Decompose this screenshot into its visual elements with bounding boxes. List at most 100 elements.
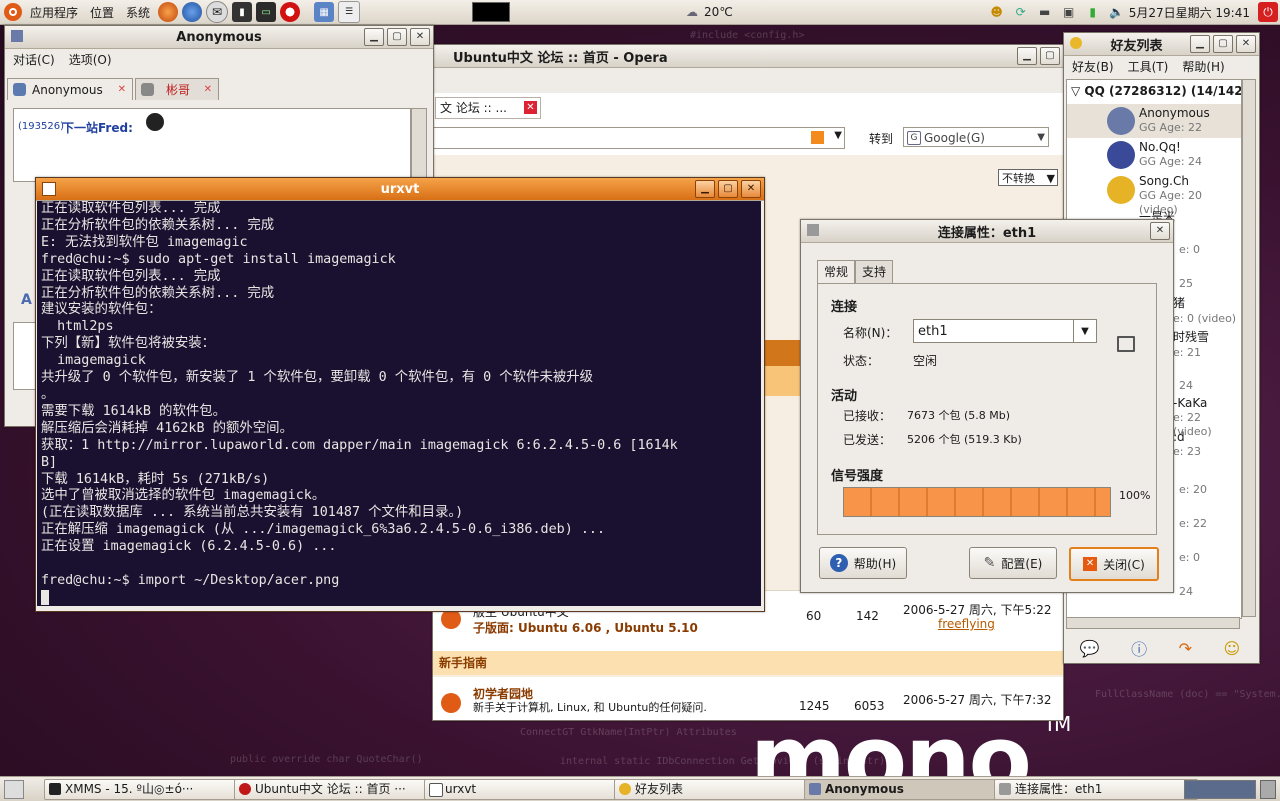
last-post-user-link[interactable]: freeflying <box>938 617 995 631</box>
users-icon[interactable]: ☻ <box>987 2 1007 22</box>
go-button[interactable]: 转到 <box>869 130 893 147</box>
power-icon[interactable]: ⏻ <box>1258 2 1278 22</box>
task-connection[interactable]: 连接属性：eth1 <box>994 779 1198 800</box>
horizontal-scrollbar[interactable] <box>1066 617 1240 629</box>
display-icon[interactable]: ▣ <box>1059 2 1079 22</box>
minimize-button[interactable]: ▁ <box>1017 47 1037 65</box>
chat-scrollbar[interactable] <box>411 108 427 182</box>
volume-icon[interactable]: 🔈 <box>1107 2 1127 22</box>
help-button[interactable]: ? 帮助(H) <box>819 547 907 579</box>
monitor-icon[interactable]: ▭ <box>256 2 277 22</box>
encoding-select[interactable]: 不转换 ▼ <box>998 169 1058 186</box>
buddy-item[interactable]: e: 22 <box>1179 516 1207 530</box>
menu-options[interactable]: 选项(O) <box>69 50 112 70</box>
buddy-group[interactable]: ▽ QQ (27286312) (14/142) <box>1071 84 1241 98</box>
buddy-item[interactable]: Anonymous GG Age: 22 <box>1139 106 1210 134</box>
chat-history[interactable]: (193526) 下一站Fred: <box>13 108 411 182</box>
close-button[interactable]: ✕ <box>410 28 430 46</box>
tab-support[interactable]: 支持 <box>855 260 894 283</box>
add-buddy-icon[interactable]: ☺ <box>1224 639 1241 658</box>
minimize-button[interactable]: ▁ <box>364 28 384 46</box>
buddy-item[interactable]: 时残雪 e: 21 <box>1173 328 1209 359</box>
notes-icon[interactable]: ☰ <box>338 1 361 23</box>
friends-titlebar[interactable]: 好友列表 ▁ ▢ ✕ <box>1064 33 1259 56</box>
buddy-item[interactable]: 猪 e: 0 (video) <box>1173 294 1236 325</box>
minimize-button[interactable]: ▁ <box>695 180 715 198</box>
buddy-item[interactable]: No.Qq! GG Age: 24 <box>1139 140 1202 168</box>
buddy-item[interactable]: e: 0 <box>1179 242 1200 256</box>
rss-icon[interactable] <box>811 131 824 144</box>
minimize-button[interactable]: ▁ <box>1190 35 1210 53</box>
maximize-button[interactable]: ▢ <box>387 28 407 46</box>
conn-title: 连接属性：eth1 <box>937 225 1037 241</box>
close-button[interactable]: ✕ <box>1150 222 1170 240</box>
menu-conversation[interactable]: 对话(C) <box>13 50 55 70</box>
show-desktop-button[interactable] <box>4 780 24 799</box>
close-tab-icon[interactable]: ✕ <box>524 101 537 114</box>
arrow-icon[interactable]: ↷ <box>1179 639 1192 658</box>
terminal-icon[interactable]: ▮ <box>232 2 253 22</box>
maximize-button[interactable]: ▢ <box>1213 35 1233 53</box>
close-tab-icon[interactable]: ✕ <box>204 79 212 101</box>
weather-icon[interactable]: ☁ <box>682 2 702 22</box>
globe-icon[interactable] <box>182 2 203 22</box>
tab-anonymous[interactable]: Anonymous ✕ <box>7 78 133 100</box>
workspace-switcher[interactable] <box>472 2 511 22</box>
workspace-pager[interactable] <box>1184 780 1256 799</box>
update-icon[interactable]: ⟳ <box>1011 2 1031 22</box>
battery-icon[interactable]: ▮ <box>1083 2 1103 22</box>
task-friends[interactable]: 好友列表 <box>614 779 818 800</box>
ubuntu-icon[interactable] <box>4 3 22 21</box>
configure-button[interactable]: ✎ 配置(E) <box>969 547 1057 579</box>
menu-system[interactable]: 系统 <box>120 4 156 21</box>
firefox-icon[interactable] <box>158 2 179 22</box>
address-bar[interactable]: ▼ <box>433 127 845 149</box>
chevron-down-icon[interactable]: ▼ <box>1037 128 1045 148</box>
task-urxvt[interactable]: urxvt <box>424 779 628 800</box>
chevron-down-icon[interactable]: ▼ <box>1073 320 1096 342</box>
buddy-item[interactable]: :d e: 23 <box>1173 430 1201 458</box>
close-dialog-button[interactable]: ✕ 关闭(C) <box>1069 547 1159 581</box>
tab-binge[interactable]: 彬哥 ✕ <box>135 78 219 100</box>
close-button[interactable]: ✕ <box>741 180 761 198</box>
chat-titlebar[interactable]: Anonymous ▁ ▢ ✕ <box>5 26 433 49</box>
buddy-list-scrollbar[interactable] <box>1242 79 1256 617</box>
task-opera[interactable]: Ubuntu中文 论坛 :: 首页 ··· <box>234 779 438 800</box>
menu-tools[interactable]: 工具(T) <box>1128 57 1169 77</box>
tab-general[interactable]: 常规 <box>817 260 856 284</box>
menu-help[interactable]: 帮助(H) <box>1182 57 1224 77</box>
screenshot-icon[interactable]: ▦ <box>314 2 335 22</box>
trash-icon[interactable] <box>1260 780 1276 799</box>
opera-titlebar[interactable]: Ubuntu中文 论坛 :: 首页 - Opera ▁ ▢ <box>433 45 1063 68</box>
menu-buddies[interactable]: 好友(B) <box>1072 57 1114 77</box>
search-input[interactable]: G Google(G) ▼ <box>903 127 1049 147</box>
maximize-button[interactable]: ▢ <box>718 180 738 198</box>
task-xmms[interactable]: XMMS - 15. º山◎±ó··· <box>44 779 250 800</box>
buddy-item[interactable]: e: 20 <box>1179 482 1207 496</box>
chevron-down-icon[interactable]: ▼ <box>834 130 842 141</box>
buddy-item[interactable]: 24 <box>1179 584 1193 598</box>
network-tray-icon[interactable]: ▬ <box>1035 2 1055 22</box>
name-combobox[interactable]: eth1 ▼ <box>913 319 1097 343</box>
menu-applications[interactable]: 应用程序 <box>24 4 84 21</box>
opera-tab[interactable]: 文 论坛 :: ... ✕ <box>435 97 541 119</box>
chat-bubble-icon[interactable]: 💬 <box>1080 639 1100 658</box>
info-icon[interactable]: ⓘ <box>1131 636 1147 660</box>
buddy-item[interactable]: 24 <box>1179 378 1193 392</box>
terminal-titlebar[interactable]: urxvt ▁ ▢ ✕ <box>36 178 764 201</box>
menu-places[interactable]: 位置 <box>84 4 120 21</box>
mail-icon[interactable]: ✉ <box>206 1 229 23</box>
terminal-output[interactable]: 正在读取软件包列表... 完成 正在分析软件包的依赖关系树... 完成 E: 无法找… <box>37 201 761 606</box>
font-tool-icon[interactable]: A <box>21 292 32 308</box>
section-activity: 活动 <box>831 389 858 404</box>
conn-titlebar[interactable]: 连接属性：eth1 ✕ <box>801 220 1173 243</box>
opera-icon[interactable] <box>280 2 301 22</box>
buddy-item[interactable]: 25 <box>1179 276 1193 290</box>
close-tab-icon[interactable]: ✕ <box>118 79 126 101</box>
clock[interactable]: 5月27日星期六 19:41 <box>1129 4 1250 21</box>
maximize-button[interactable]: ▢ <box>1040 47 1060 65</box>
close-button[interactable]: ✕ <box>1236 35 1256 53</box>
task-anonymous[interactable]: Anonymous <box>804 779 1008 800</box>
buddy-item[interactable]: e: 0 <box>1179 550 1200 564</box>
signal-strength-bar <box>843 487 1111 517</box>
